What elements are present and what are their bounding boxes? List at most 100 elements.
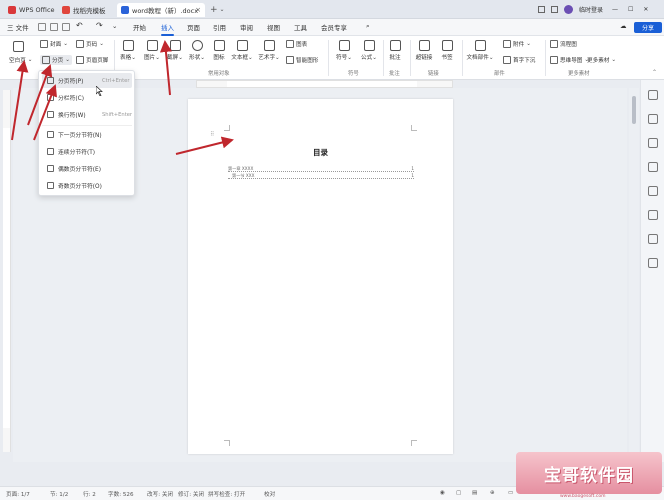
window-grid-icon[interactable] [538, 6, 545, 13]
textbox-button[interactable]: 文本框⌄ [228, 40, 256, 61]
watermark-text: 宝哥软件园 [544, 465, 634, 486]
tab-document[interactable]: word教程（新）.docx × [117, 3, 205, 17]
status-track[interactable]: 修订: 关闭 [178, 490, 204, 498]
symbol-button[interactable]: 符号⌄ [330, 40, 358, 61]
scroll-thumb[interactable] [632, 96, 636, 124]
shape-label: 形状 [189, 55, 201, 61]
status-words[interactable]: 字数: 526 [108, 490, 134, 498]
menu-reference[interactable]: 引用 [213, 22, 226, 32]
toc-entry[interactable]: 第一节 XXX 1 [228, 173, 414, 179]
status-page[interactable]: 页面: 1/7 [6, 490, 30, 498]
smart-graphic-icon [286, 56, 294, 64]
cloud-icon[interactable]: ☁ [620, 22, 627, 30]
view-mode-icon[interactable]: ▭ [508, 490, 513, 496]
attachment-icon [503, 40, 511, 48]
menu-page[interactable]: 页面 [187, 22, 200, 32]
menu-item-page-break[interactable]: 分页符(P) Ctrl+Enter [42, 73, 132, 88]
doc-parts-button[interactable]: 文档部件⌄ [463, 40, 497, 61]
drop-cap-button[interactable]: 首字下沉 [503, 56, 535, 64]
status-section[interactable]: 节: 1/2 [50, 490, 68, 498]
formula-button[interactable]: 公式⌄ [355, 40, 383, 61]
page-break-icon [47, 77, 54, 84]
menu-tools[interactable]: 工具 [294, 22, 307, 32]
undo-icon[interactable]: ↶ [76, 21, 83, 30]
file-menu[interactable]: 三 文件 [7, 22, 29, 32]
status-line[interactable]: 行: 2 [83, 490, 96, 498]
sidebar-tool-icon[interactable] [648, 114, 658, 124]
tab-template[interactable]: 找稻壳模板 [58, 3, 114, 17]
more-quick-icon[interactable]: ⌄ [112, 22, 117, 30]
print-icon[interactable] [50, 23, 58, 31]
menu-item-column-break[interactable]: 分栏符(C) [42, 90, 132, 105]
avatar[interactable] [564, 5, 573, 14]
comment-button[interactable]: 批注 [381, 40, 409, 61]
menu-item-line-break[interactable]: 换行符(W) Shift+Enter [42, 107, 132, 122]
vertical-ruler[interactable] [3, 90, 11, 452]
horizontal-ruler[interactable] [196, 80, 453, 88]
new-tab-button[interactable]: + ⌄ [210, 3, 225, 16]
view-mode-icon[interactable]: ▤ [472, 490, 477, 496]
view-mode-icon[interactable]: ⊕ [490, 490, 495, 496]
sidebar-tool-icon[interactable] [648, 258, 658, 268]
vertical-scrollbar[interactable] [629, 88, 639, 462]
tab-wps-office[interactable]: WPS Office [4, 3, 56, 17]
attachment-button[interactable]: 附件 ⌄ [503, 40, 531, 48]
menu-member[interactable]: 会员专享 [321, 22, 347, 32]
maximize-icon[interactable]: ☐ [628, 6, 633, 13]
menu-item-odd-page-section[interactable]: 奇数页分节符(O) [42, 178, 132, 193]
status-proof[interactable]: 校对 [264, 490, 275, 498]
icons-icon [213, 40, 225, 51]
preview-icon[interactable] [62, 23, 70, 31]
blank-page-button[interactable]: 空白页 ⌄ [9, 56, 32, 64]
close-tab-icon[interactable]: × [195, 6, 201, 14]
sidebar-tool-icon[interactable] [648, 234, 658, 244]
menu-item-even-page-section[interactable]: 偶数页分节符(E) [42, 161, 132, 176]
share-button[interactable]: 分享 [634, 22, 662, 33]
menu-home[interactable]: 开始 [133, 22, 146, 32]
chart-button[interactable]: 图表 [286, 40, 307, 48]
chart-label: 图表 [296, 42, 308, 48]
view-mode-icon[interactable]: ▢ [456, 490, 461, 496]
drag-handle-icon[interactable]: ⠿ [210, 131, 214, 138]
save-icon[interactable] [38, 23, 46, 31]
mindmap-button[interactable]: 思维导图 ⌄ [550, 56, 589, 64]
wordart-button[interactable]: 艺术字⌄ [255, 40, 283, 61]
doc-parts-label: 文档部件 [466, 55, 489, 61]
group-symbol: 符号 [348, 71, 359, 77]
menu-item-label: 分栏符(C) [58, 96, 84, 102]
search-icon[interactable]: ⌕ [366, 22, 370, 31]
flowchart-label: 流程图 [560, 42, 577, 48]
sidebar-tool-icon[interactable] [648, 138, 658, 148]
menu-item-continuous-section[interactable]: 连续分节符(T) [42, 144, 132, 159]
menu-view[interactable]: 视图 [267, 22, 280, 32]
document-page[interactable]: ⠿ 目录 第一章 XXXX 1 第一节 XXX 1 [188, 99, 453, 454]
collapse-ribbon-icon[interactable]: ⌃ [652, 69, 657, 76]
status-spell[interactable]: 拼写检查: 打开 [208, 490, 245, 498]
page-break-button[interactable]: 分页 ⌄ [40, 55, 72, 65]
toc-entry[interactable]: 第一章 XXXX 1 [228, 166, 414, 172]
smart-graphic-button[interactable]: 智能图形 [286, 56, 318, 64]
redo-icon[interactable]: ↷ [96, 21, 103, 30]
page-number-button[interactable]: 页码 ⌄ [76, 40, 104, 48]
sidebar-tool-icon[interactable] [648, 90, 658, 100]
status-revise[interactable]: 改写: 关闭 [147, 490, 173, 498]
menu-review[interactable]: 审阅 [240, 22, 253, 32]
bookmark-button[interactable]: 书签 [433, 40, 461, 61]
minimize-icon[interactable]: — [612, 6, 618, 13]
cover-button[interactable]: 封面 ⌄ [40, 40, 68, 48]
more-material-label: 更多素材 [587, 58, 610, 64]
close-window-icon[interactable]: ✕ [643, 6, 648, 13]
layout-icon[interactable] [551, 6, 558, 13]
section-break-icon [47, 165, 54, 172]
bookmark-label: 书签 [441, 55, 453, 61]
user-login-label[interactable]: 临时登录 [579, 5, 603, 14]
sidebar-tool-icon[interactable] [648, 186, 658, 196]
more-material-button[interactable]: 更多素材 ⌄ [587, 56, 616, 64]
header-footer-button[interactable]: 页眉页脚 [76, 56, 108, 64]
flowchart-button[interactable]: 流程图 [550, 40, 577, 48]
view-mode-icon[interactable]: ◉ [440, 490, 445, 496]
menu-insert[interactable]: 插入 [161, 22, 174, 36]
menu-item-next-page-section[interactable]: 下一页分节符(N) [42, 127, 132, 142]
sidebar-tool-icon[interactable] [648, 210, 658, 220]
sidebar-tool-icon[interactable] [648, 162, 658, 172]
